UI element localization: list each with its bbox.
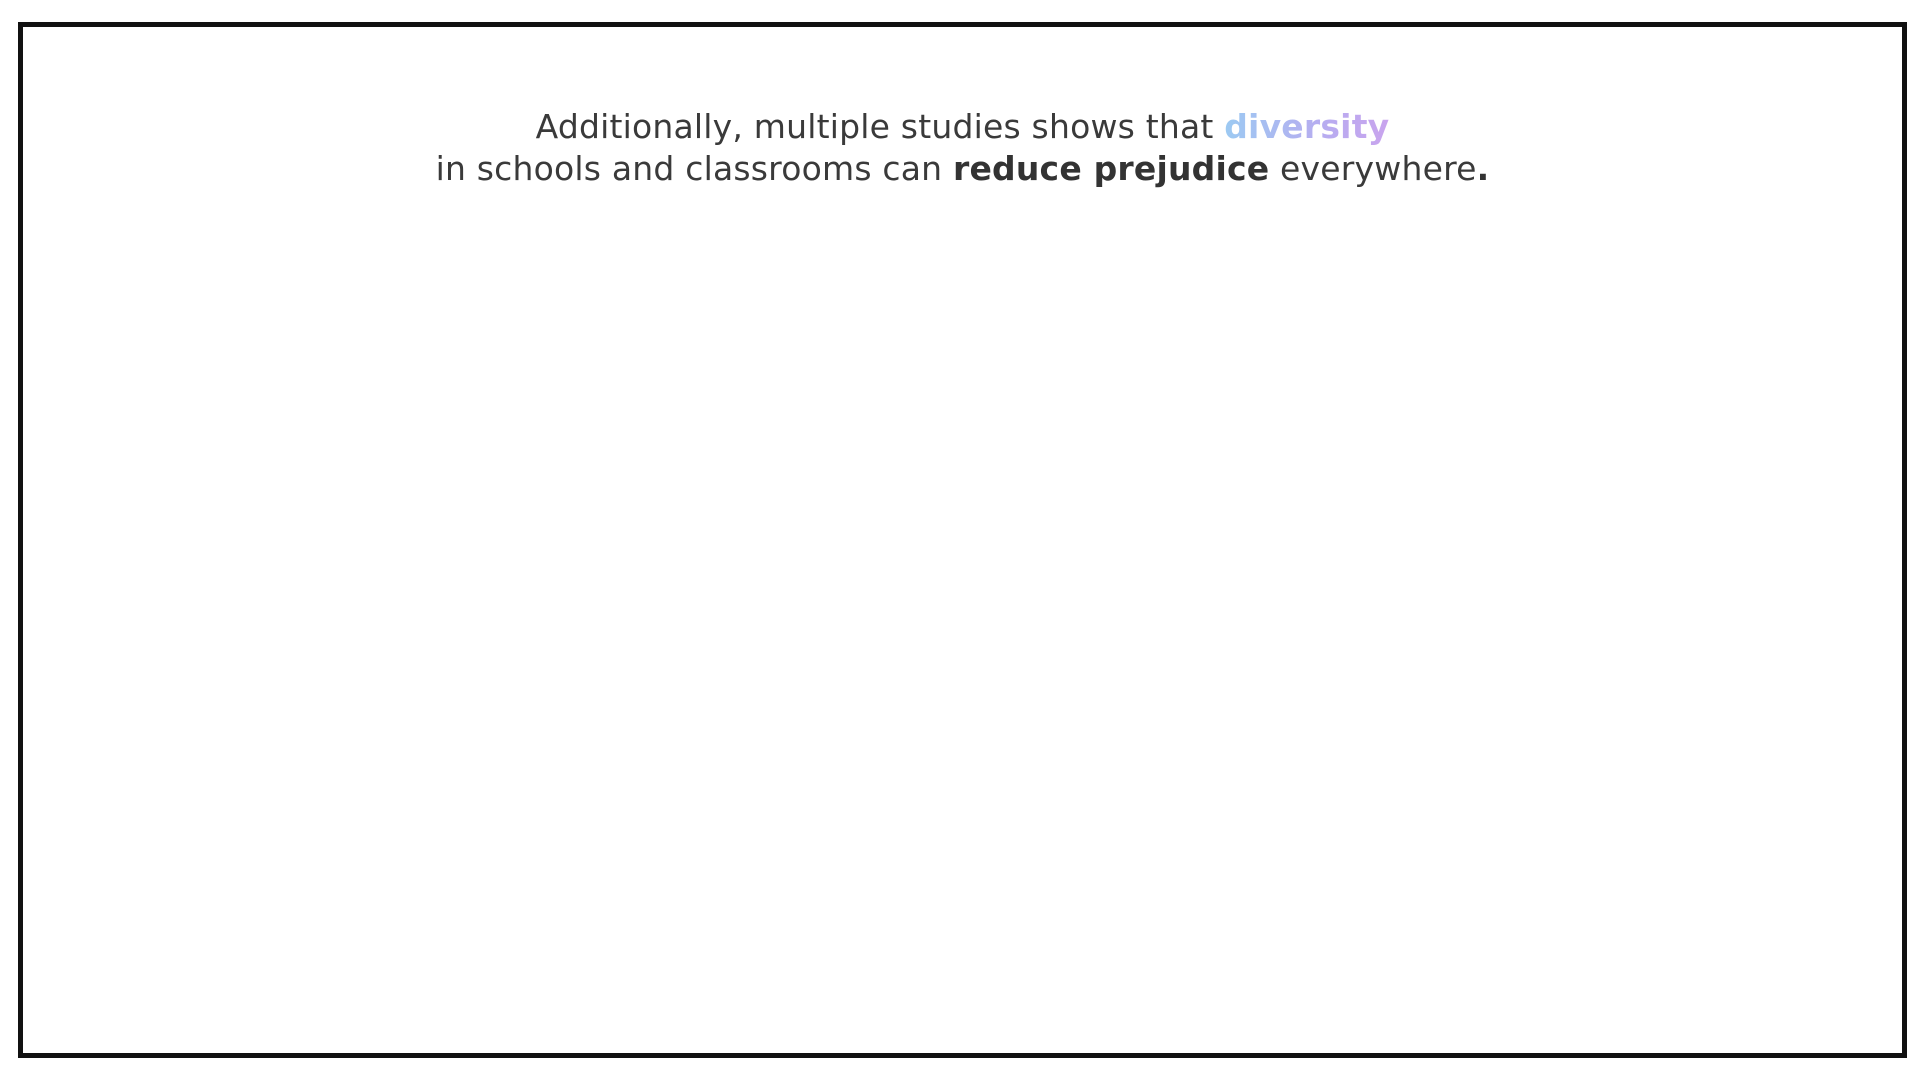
caption-line-1-text: Additionally, multiple studies shows tha… [535,107,1225,146]
caption-period: . [1476,149,1490,188]
slide-caption: Additionally, multiple studies shows tha… [23,106,1902,190]
caption-line-2: in schools and classrooms can reduce pre… [23,148,1902,190]
caption-line-2-suffix: everywhere [1269,149,1477,188]
slide-frame: Additionally, multiple studies shows tha… [18,22,1907,1058]
caption-line-1: Additionally, multiple studies shows tha… [23,106,1902,148]
caption-line-2-text: in schools and classrooms can [435,149,953,188]
highlight-word-diversity: diversity [1224,107,1390,146]
bold-phrase-reduce-prejudice: reduce prejudice [952,149,1270,188]
